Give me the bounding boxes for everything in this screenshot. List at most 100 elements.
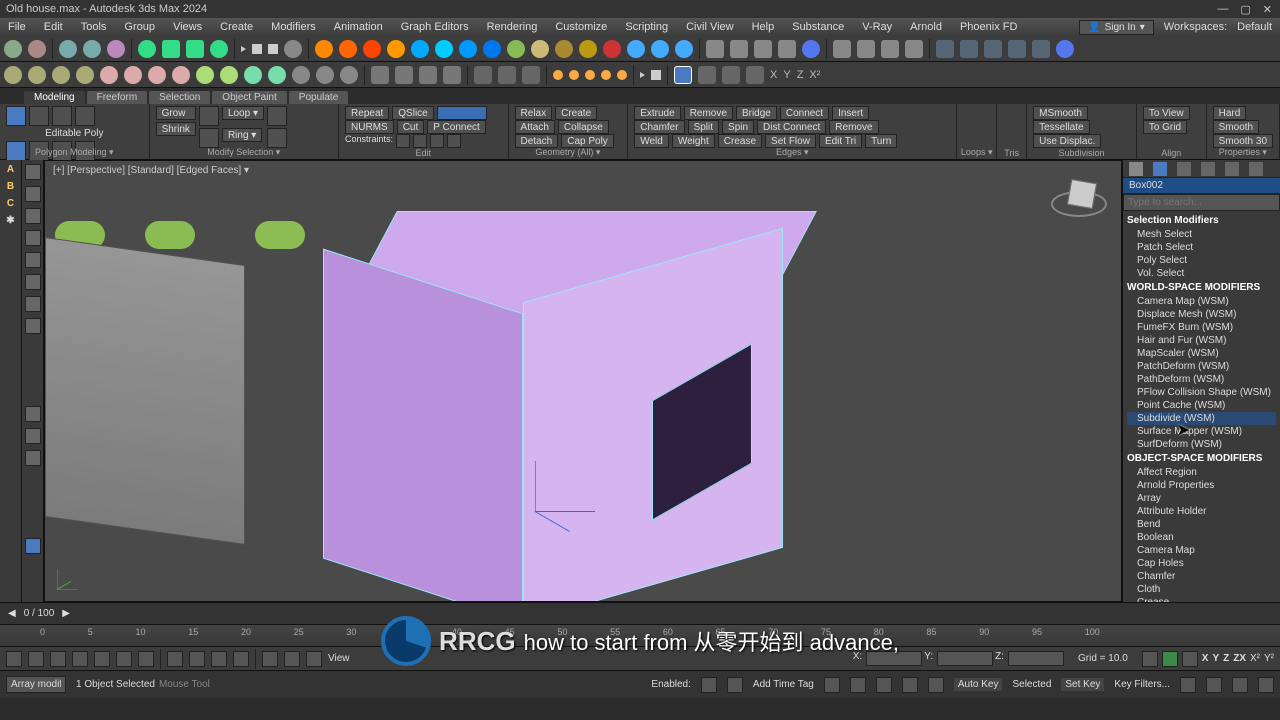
view-cube[interactable] xyxy=(1051,171,1111,231)
text-icon[interactable] xyxy=(172,66,190,84)
extrude-button[interactable]: Extrude xyxy=(634,106,680,120)
menu-graph-editors[interactable]: Graph Editors xyxy=(401,21,469,33)
curve3-icon[interactable] xyxy=(746,66,764,84)
autokey-button[interactable]: Auto Key xyxy=(954,678,1003,691)
snap-toggle-icon[interactable] xyxy=(674,66,692,84)
sphere-icon[interactable] xyxy=(4,66,22,84)
modifier-item[interactable]: Camera Map xyxy=(1127,544,1276,557)
bt-10-icon[interactable] xyxy=(211,651,227,667)
array-icon[interactable] xyxy=(371,66,389,84)
maxscript-listener-input[interactable] xyxy=(6,676,66,693)
remove2-button[interactable]: Remove xyxy=(829,120,878,134)
liquid1-icon[interactable] xyxy=(411,40,429,58)
mirror-icon[interactable] xyxy=(395,66,413,84)
chamfer-button[interactable]: Chamfer xyxy=(634,120,684,134)
menu-create[interactable]: Create xyxy=(220,21,253,33)
liquid3-icon[interactable] xyxy=(459,40,477,58)
curve-icon[interactable] xyxy=(698,66,716,84)
modifier-list[interactable]: Selection ModifiersMesh SelectPatch Sele… xyxy=(1123,211,1280,602)
collapse-button[interactable]: Collapse xyxy=(558,120,609,134)
time-slider[interactable]: 0510152025303540455055606570758085909510… xyxy=(0,624,1280,646)
pyramid-icon[interactable] xyxy=(100,66,118,84)
render-setup-icon[interactable] xyxy=(833,40,851,58)
undo-icon[interactable] xyxy=(4,40,22,58)
setkey-button[interactable]: Set Key xyxy=(1061,678,1104,691)
menu-views[interactable]: Views xyxy=(173,21,202,33)
nav-pan-icon[interactable] xyxy=(1206,677,1222,693)
shrink-button[interactable]: Shrink xyxy=(156,122,196,136)
create-button[interactable]: Create xyxy=(555,106,597,120)
stop-icon[interactable] xyxy=(268,44,278,54)
distconnect-button[interactable]: Dist Connect xyxy=(757,120,826,134)
play-icon[interactable] xyxy=(241,46,246,52)
viewport-nav3-icon[interactable] xyxy=(984,40,1002,58)
tool-a-icon[interactable] xyxy=(706,40,724,58)
axis-xy-btn[interactable]: X² xyxy=(1250,653,1260,664)
frame-next-icon[interactable]: ▶ xyxy=(62,608,70,619)
add-time-tag-button[interactable]: Add Time Tag xyxy=(753,679,814,690)
helper-icon[interactable] xyxy=(292,66,310,84)
bt-11-icon[interactable] xyxy=(233,651,249,667)
modifier-item[interactable]: Cloth xyxy=(1127,583,1276,596)
menu-help[interactable]: Help xyxy=(752,21,775,33)
menu-rendering[interactable]: Rendering xyxy=(487,21,538,33)
ltool-10-icon[interactable] xyxy=(25,428,41,444)
ms-icon-3[interactable] xyxy=(267,106,287,126)
bt-13-icon[interactable] xyxy=(284,651,300,667)
axis-z-icon[interactable]: Z xyxy=(797,69,804,81)
relax-button[interactable]: Relax xyxy=(515,106,553,120)
coin-icon[interactable] xyxy=(579,40,597,58)
modifier-item[interactable]: Attribute Holder xyxy=(1127,505,1276,518)
menu-scripting[interactable]: Scripting xyxy=(625,21,668,33)
axis-x-btn[interactable]: X xyxy=(1202,653,1209,664)
globe2-icon[interactable] xyxy=(651,40,669,58)
setflow-button[interactable]: Set Flow xyxy=(765,134,816,148)
letter-b-icon[interactable]: B xyxy=(7,181,14,192)
liquid4-icon[interactable] xyxy=(483,40,501,58)
nav-orbit-icon[interactable] xyxy=(1232,677,1248,693)
cup-icon[interactable] xyxy=(555,40,573,58)
letter-c-icon[interactable]: C xyxy=(7,198,14,209)
axis-x-icon[interactable]: X xyxy=(770,69,777,81)
frame-slider[interactable]: ◀ 0 / 100 ▶ xyxy=(0,602,1280,624)
menu-vray[interactable]: V-Ray xyxy=(862,21,892,33)
record-icon[interactable] xyxy=(284,40,302,58)
menu-arnold[interactable]: Arnold xyxy=(910,21,942,33)
shape1-icon[interactable] xyxy=(196,66,214,84)
y-input[interactable] xyxy=(937,651,993,666)
bt-iso-icon[interactable] xyxy=(1162,651,1178,667)
remove-button[interactable]: Remove xyxy=(684,106,733,120)
sign-in-button[interactable]: 👤 Sign In ▾ xyxy=(1079,20,1154,35)
tab-modeling[interactable]: Modeling xyxy=(24,91,85,104)
modifier-item[interactable]: Patch Select xyxy=(1127,241,1276,254)
select-name-icon[interactable] xyxy=(162,40,180,58)
nav-max-icon[interactable] xyxy=(1258,677,1274,693)
modifier-item[interactable]: Surface Mapper (WSM) xyxy=(1127,425,1276,438)
help-icon[interactable] xyxy=(802,40,820,58)
viewport-nav2-icon[interactable] xyxy=(960,40,978,58)
lock-icon[interactable] xyxy=(727,677,743,693)
smooth30-button[interactable]: Smooth 30 xyxy=(1213,134,1273,148)
utilities-tab-icon[interactable] xyxy=(1249,162,1263,176)
axis-zx-btn[interactable]: ZX xyxy=(1233,653,1246,664)
hard-button[interactable]: Hard xyxy=(1213,106,1247,120)
stop2-icon[interactable] xyxy=(651,70,661,80)
light-icon[interactable] xyxy=(244,66,262,84)
axis-z-btn[interactable]: Z xyxy=(1223,653,1229,664)
snap-icon[interactable] xyxy=(474,66,492,84)
close-icon[interactable]: ✕ xyxy=(1263,3,1272,16)
play2-icon[interactable] xyxy=(640,72,645,78)
menu-tools[interactable]: Tools xyxy=(81,21,107,33)
constraint-none-icon[interactable] xyxy=(396,134,410,148)
modifier-item[interactable]: SurfDeform (WSM) xyxy=(1127,438,1276,451)
align-icon[interactable] xyxy=(419,66,437,84)
pconnect-button[interactable]: P Connect xyxy=(427,120,486,134)
anim-last-icon[interactable] xyxy=(928,677,944,693)
fx1-icon[interactable] xyxy=(553,70,563,80)
menu-civil-view[interactable]: Civil View xyxy=(686,21,733,33)
display-tab-icon[interactable] xyxy=(1225,162,1239,176)
bridge-button[interactable]: Bridge xyxy=(736,106,777,120)
ms-icon-2[interactable] xyxy=(199,128,219,148)
modifier-item[interactable]: Mesh Select xyxy=(1127,228,1276,241)
minimize-icon[interactable]: — xyxy=(1217,3,1228,16)
